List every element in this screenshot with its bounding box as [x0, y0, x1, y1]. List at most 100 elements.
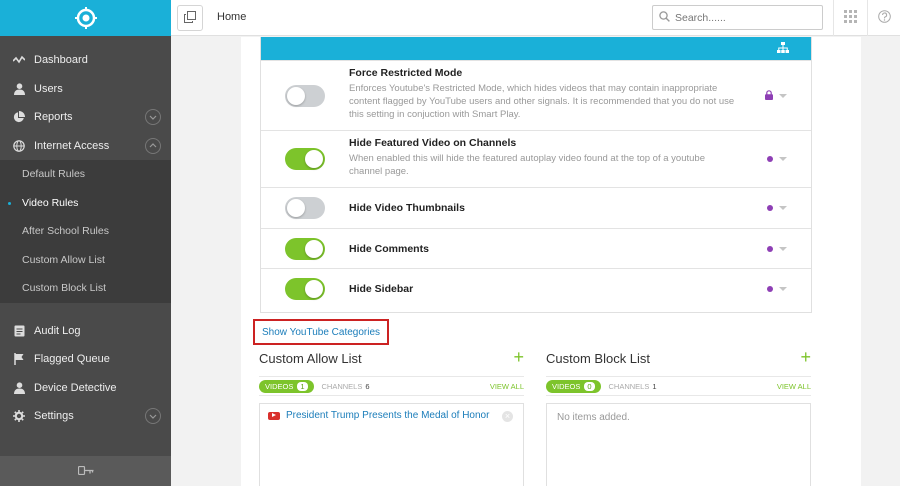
sidebar-nav: Dashboard Users Reports Internet Access …	[0, 46, 171, 431]
caret-down-icon	[779, 93, 787, 98]
rule-row-hide-featured-video: Hide Featured Video on Channels When ena…	[261, 130, 811, 187]
document-icon	[12, 324, 26, 338]
activity-icon	[12, 53, 26, 67]
sidebar-item-label: Settings	[34, 410, 74, 423]
sidebar-item-label: Flagged Queue	[34, 353, 110, 366]
force-restricted-mode-toggle[interactable]	[285, 84, 325, 107]
sidebar-item-label: Internet Access	[34, 139, 110, 152]
sidebar-item-dashboard[interactable]: Dashboard	[0, 46, 171, 75]
brand-logo[interactable]	[0, 0, 171, 36]
show-youtube-categories-link[interactable]: Show YouTube Categories	[253, 319, 389, 345]
rule-options[interactable]	[767, 245, 787, 252]
video-rules-panel: Force Restricted Mode Enforces Youtube's…	[260, 37, 812, 313]
empty-state-text: No items added.	[557, 412, 630, 423]
sidebar-item-label: Audit Log	[34, 324, 81, 337]
tab-channels[interactable]: CHANNELS 1	[609, 382, 657, 391]
sidebar-item-custom-allow-list[interactable]: Custom Allow List	[0, 246, 171, 275]
sidebar-item-label: Users	[34, 82, 63, 95]
tab-videos[interactable]: VIDEOS 1	[259, 379, 314, 393]
toggle-knob	[305, 239, 323, 258]
sidebar-item-audit-log[interactable]: Audit Log	[0, 317, 171, 346]
apps-button[interactable]	[833, 0, 867, 36]
sidebar-item-default-rules[interactable]: Default Rules	[0, 160, 171, 189]
hide-featured-video-toggle[interactable]	[285, 148, 325, 170]
help-button[interactable]	[867, 0, 900, 36]
sidebar-submenu-internet-access: Default Rules Video Rules After School R…	[0, 160, 171, 303]
rule-row-hide-video-thumbnails: Hide Video Thumbnails	[261, 187, 811, 228]
toggle-knob	[287, 199, 305, 217]
rule-options[interactable]	[765, 89, 787, 103]
toggle-knob	[287, 86, 305, 105]
sidebar-footer[interactable]	[0, 456, 171, 486]
rule-title: Hide Comments	[349, 242, 429, 255]
remove-icon[interactable]: ×	[502, 411, 513, 422]
new-window-button[interactable]	[177, 5, 203, 31]
hide-video-thumbnails-toggle[interactable]	[285, 197, 325, 219]
search-input[interactable]	[675, 11, 805, 24]
globe-icon	[12, 139, 26, 153]
rule-options[interactable]	[767, 286, 787, 292]
caret-down-icon	[779, 206, 787, 210]
add-allow-item-button[interactable]: +	[513, 348, 524, 366]
tab-label: CHANNELS	[608, 381, 650, 391]
rule-options[interactable]	[767, 156, 787, 162]
tab-videos[interactable]: VIDEOS 0	[546, 379, 601, 393]
sidebar-item-label: Reports	[34, 111, 73, 124]
hide-sidebar-toggle[interactable]	[285, 278, 325, 300]
sidebar-item-reports[interactable]: Reports	[0, 103, 171, 132]
help-icon	[877, 10, 891, 26]
chevron-up-icon[interactable]	[145, 137, 161, 154]
tab-count: 0	[584, 381, 595, 391]
chevron-down-icon[interactable]	[145, 408, 161, 424]
rule-row-force-restricted-mode: Force Restricted Mode Enforces Youtube's…	[261, 60, 811, 130]
sidebar-item-settings[interactable]: Settings	[0, 402, 171, 431]
sidebar-item-internet-access[interactable]: Internet Access	[0, 132, 171, 161]
user-icon	[12, 381, 26, 395]
sidebar-item-video-rules[interactable]: Video Rules	[0, 189, 171, 218]
list-item[interactable]: President Trump Presents the Medal of Ho…	[260, 404, 523, 427]
sidebar-item-after-school-rules[interactable]: After School Rules	[0, 217, 171, 246]
tab-label: VIDEOS	[552, 381, 581, 391]
block-list-items: No items added.	[546, 403, 811, 486]
active-indicator	[8, 201, 11, 205]
pie-chart-icon	[12, 110, 26, 124]
view-all-link[interactable]: VIEW ALL	[490, 382, 524, 391]
hide-comments-toggle[interactable]	[285, 237, 325, 260]
toggle-knob	[305, 280, 323, 298]
allow-list-tabs: VIDEOS 1 CHANNELS 6 VIEW ALL	[259, 376, 524, 396]
search-box[interactable]	[652, 5, 823, 30]
grid-icon	[844, 10, 857, 26]
sidebar-item-custom-block-list[interactable]: Custom Block List	[0, 274, 171, 303]
key-icon	[77, 464, 94, 478]
sidebar-item-label: Custom Block List	[22, 282, 107, 295]
view-all-link[interactable]: VIEW ALL	[777, 382, 811, 391]
main-content: Force Restricted Mode Enforces Youtube's…	[241, 37, 861, 486]
rule-description: When enabled this will hide the featured…	[349, 153, 705, 177]
rule-options[interactable]	[767, 205, 787, 211]
panel-title: Custom Block List	[546, 351, 651, 366]
logo-icon	[74, 7, 97, 29]
rule-row-hide-comments: Hide Comments	[261, 228, 811, 268]
gear-icon	[12, 409, 26, 423]
user-icon	[12, 82, 26, 96]
tab-channels[interactable]: CHANNELS 6	[322, 382, 370, 391]
sidebar-item-device-detective[interactable]: Device Detective	[0, 374, 171, 403]
tab-label: CHANNELS	[321, 381, 363, 391]
custom-allow-list-panel: Custom Allow List + VIDEOS 1 CHANNELS 6 VI…	[259, 348, 524, 486]
status-dot	[767, 156, 773, 162]
rule-row-hide-sidebar: Hide Sidebar	[261, 268, 811, 309]
add-block-item-button[interactable]: +	[800, 348, 811, 366]
video-title-link[interactable]: President Trump Presents the Medal of Ho…	[286, 410, 489, 421]
sidebar-item-label: Custom Allow List	[22, 253, 105, 266]
rules-header	[261, 37, 811, 60]
sidebar-item-users[interactable]: Users	[0, 75, 171, 104]
hierarchy-icon[interactable]	[777, 42, 789, 57]
page-title: Home	[217, 11, 247, 23]
sidebar: Dashboard Users Reports Internet Access …	[0, 0, 171, 486]
caret-down-icon	[779, 287, 787, 291]
rule-title: Hide Sidebar	[349, 283, 414, 295]
chevron-down-icon[interactable]	[145, 109, 161, 125]
sidebar-item-flagged-queue[interactable]: Flagged Queue	[0, 345, 171, 374]
status-dot	[767, 286, 773, 292]
